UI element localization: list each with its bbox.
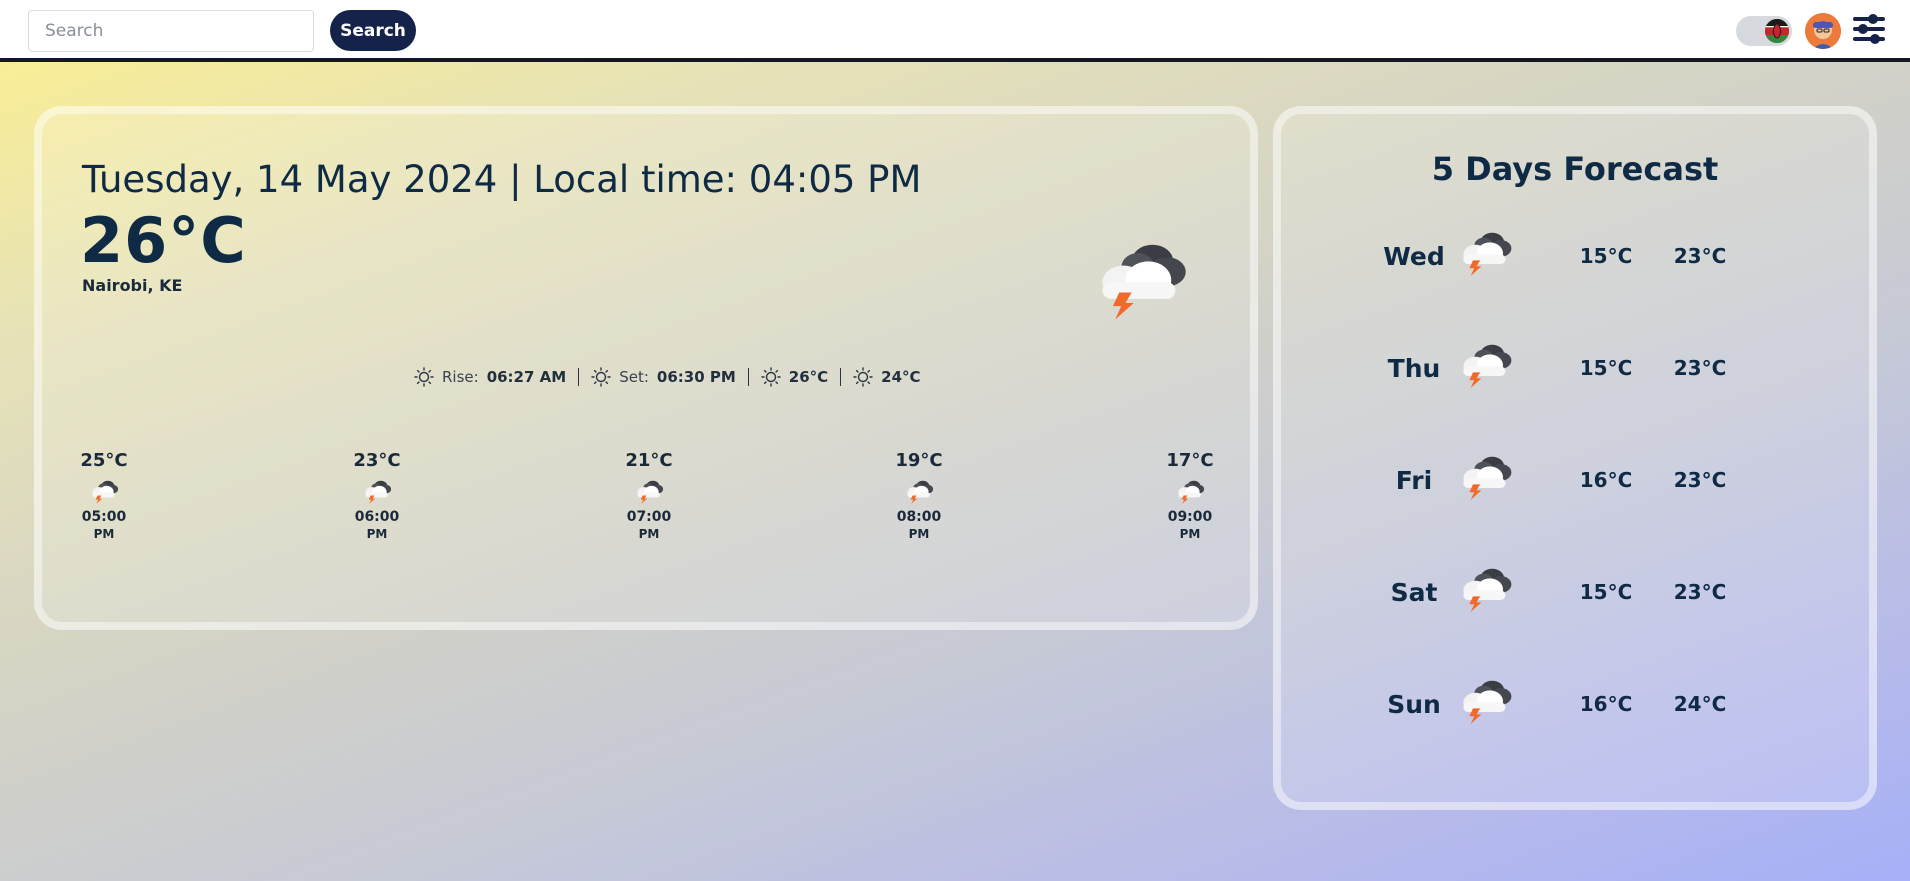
hourly-time: 06:00 bbox=[354, 509, 400, 525]
forecast-day-label: Sat bbox=[1390, 578, 1438, 607]
hourly-temp: 17°C bbox=[1166, 450, 1214, 471]
forecast-max-temp: 23°C bbox=[1673, 580, 1727, 604]
forecast-min-temp: 15°C bbox=[1579, 580, 1633, 604]
language-toggle[interactable] bbox=[1736, 16, 1792, 46]
forecast-min-temp: 16°C bbox=[1579, 692, 1633, 716]
location-label: Nairobi, KE bbox=[82, 276, 183, 295]
date-time-heading: Tuesday, 14 May 2024 | Local time: 04:05… bbox=[82, 158, 922, 201]
hourly-temp: 23°C bbox=[353, 450, 401, 471]
sunrise-label: Rise: bbox=[442, 368, 479, 386]
sunrise-value: 06:27 AM bbox=[486, 368, 567, 386]
forecast-row: Sun 16°C 24°C bbox=[1281, 674, 1869, 734]
current-temperature: 26°C bbox=[80, 204, 247, 277]
forecast-row: Fri 16°C 23°C bbox=[1281, 450, 1869, 510]
sun-details-bar: Rise: 06:27 AM Set: 06:30 PM 26°C 24°C bbox=[414, 364, 921, 390]
thunderstorm-icon bbox=[1174, 477, 1206, 505]
thunderstorm-icon bbox=[361, 477, 393, 505]
thunderstorm-icon bbox=[1455, 674, 1515, 726]
search-button[interactable]: Search bbox=[330, 10, 416, 51]
hourly-ampm: PM bbox=[908, 527, 930, 541]
top-bar: Search bbox=[0, 0, 1910, 62]
thunderstorm-icon bbox=[903, 477, 935, 505]
hourly-ampm: PM bbox=[1179, 527, 1201, 541]
sunset-label: Set: bbox=[619, 368, 649, 386]
forecast-row: Wed 15°C 23°C bbox=[1281, 226, 1869, 286]
forecast-row: Thu 15°C 23°C bbox=[1281, 338, 1869, 398]
thunderstorm-icon bbox=[1455, 450, 1515, 502]
high-temp-value: 26°C bbox=[788, 368, 829, 386]
forecast-max-temp: 23°C bbox=[1673, 468, 1727, 492]
hourly-temp: 25°C bbox=[80, 450, 128, 471]
thunderstorm-icon bbox=[1088, 236, 1192, 320]
sunset-icon bbox=[591, 367, 611, 387]
divider bbox=[747, 368, 749, 386]
sunrise-icon bbox=[414, 367, 434, 387]
thunderstorm-icon bbox=[1455, 226, 1515, 278]
hourly-item: 19°C 08:00 PM bbox=[864, 450, 974, 541]
forecast-min-temp: 16°C bbox=[1579, 468, 1633, 492]
sunset-value: 06:30 PM bbox=[656, 368, 736, 386]
forecast-max-temp: 23°C bbox=[1673, 356, 1727, 380]
thunderstorm-icon bbox=[633, 477, 665, 505]
divider bbox=[840, 368, 842, 386]
hourly-temp: 21°C bbox=[625, 450, 673, 471]
hourly-time: 09:00 bbox=[1167, 509, 1213, 525]
low-temp-value: 24°C bbox=[881, 368, 921, 386]
low-temp-icon bbox=[853, 367, 873, 387]
forecast-min-temp: 15°C bbox=[1579, 356, 1633, 380]
hourly-item: 23°C 06:00 PM bbox=[322, 450, 432, 541]
hourly-item: 25°C 05:00 PM bbox=[49, 450, 159, 541]
forecast-min-temp: 15°C bbox=[1579, 244, 1633, 268]
search-input[interactable] bbox=[28, 10, 314, 52]
hourly-ampm: PM bbox=[366, 527, 388, 541]
forecast-max-temp: 23°C bbox=[1673, 244, 1727, 268]
forecast-day-label: Wed bbox=[1383, 242, 1445, 271]
thunderstorm-icon bbox=[1455, 562, 1515, 614]
hourly-temp: 19°C bbox=[895, 450, 943, 471]
forecast-row: Sat 15°C 23°C bbox=[1281, 562, 1869, 622]
thunderstorm-icon bbox=[1455, 338, 1515, 390]
hourly-ampm: PM bbox=[93, 527, 115, 541]
forecast-title: 5 Days Forecast bbox=[1431, 150, 1719, 188]
forecast-day-label: Thu bbox=[1387, 354, 1441, 383]
hourly-time: 08:00 bbox=[896, 509, 942, 525]
settings-sliders-icon[interactable] bbox=[1852, 12, 1886, 46]
divider bbox=[578, 368, 580, 386]
thunderstorm-icon bbox=[88, 477, 120, 505]
hourly-ampm: PM bbox=[638, 527, 660, 541]
avatar[interactable] bbox=[1805, 13, 1841, 49]
hourly-time: 07:00 bbox=[626, 509, 672, 525]
forecast-day-label: Fri bbox=[1395, 466, 1433, 495]
hourly-item: 21°C 07:00 PM bbox=[594, 450, 704, 541]
high-temp-icon bbox=[761, 367, 781, 387]
forecast-day-label: Sun bbox=[1387, 690, 1441, 719]
forecast-max-temp: 24°C bbox=[1673, 692, 1727, 716]
hourly-item: 17°C 09:00 PM bbox=[1135, 450, 1245, 541]
kenya-flag-icon bbox=[1765, 19, 1789, 43]
hourly-time: 05:00 bbox=[81, 509, 127, 525]
